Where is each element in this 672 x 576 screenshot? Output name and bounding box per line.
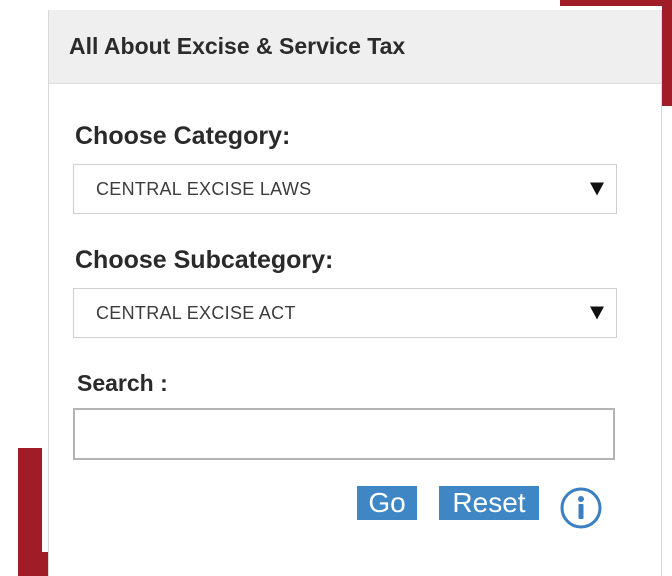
info-icon-stem (578, 504, 584, 519)
subcategory-select[interactable]: CENTRAL EXCISE ACT (73, 288, 617, 338)
reset-button[interactable]: Reset (439, 486, 539, 520)
info-icon-dot (578, 496, 584, 502)
category-label: Choose Category: (75, 122, 291, 150)
caret-down-icon (590, 182, 604, 196)
panel-header: All About Excise & Service Tax (49, 10, 661, 84)
search-label: Search : (77, 370, 168, 396)
go-button[interactable]: Go (357, 486, 417, 520)
subcategory-selected-value: CENTRAL EXCISE ACT (96, 302, 296, 323)
decorative-bar (560, 0, 672, 6)
panel-title: All About Excise & Service Tax (69, 33, 406, 59)
excise-tax-panel: All About Excise & Service Tax Choose Ca… (48, 10, 662, 576)
page: All About Excise & Service Tax Choose Ca… (0, 0, 672, 576)
subcategory-label: Choose Subcategory: (75, 246, 334, 274)
search-input[interactable] (73, 408, 615, 460)
category-select[interactable]: CENTRAL EXCISE LAWS (73, 164, 617, 214)
caret-down-icon (590, 306, 604, 320)
category-selected-value: CENTRAL EXCISE LAWS (96, 178, 312, 199)
decorative-bar (662, 0, 672, 106)
info-icon[interactable] (559, 486, 603, 530)
